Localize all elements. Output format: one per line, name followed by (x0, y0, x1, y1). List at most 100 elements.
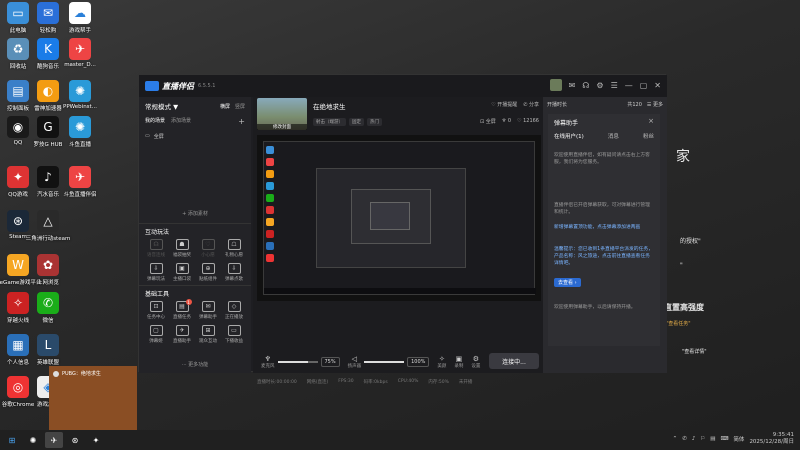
desktop-icon[interactable]: ✈ master_D... (64, 38, 96, 68)
speaker-slider[interactable] (364, 361, 405, 363)
stream-tag[interactable]: 固定 (349, 118, 364, 126)
taskbar-app-start[interactable]: ⊞ (3, 432, 21, 448)
taskbar-app-game[interactable]: ✦ (87, 432, 105, 448)
desktop-icon[interactable]: ☁ 游戏帮手 (64, 2, 96, 34)
tab-vertical[interactable]: 竖屏 (235, 103, 245, 110)
more-features-button[interactable]: ··· 更多功能 (145, 361, 245, 368)
tool-button[interactable]: ▢ 弹幕姬 (143, 325, 169, 344)
remind-button[interactable]: ♡ 开播提醒 (491, 101, 517, 108)
tool-button[interactable]: ✉ 弹幕助手 (195, 301, 221, 320)
tab-horizontal[interactable]: 横屏 (220, 103, 230, 110)
desktop-icon[interactable]: ✺ 斗鱼直播 (64, 116, 96, 148)
mic-volume[interactable]: 75% (320, 357, 340, 367)
headset-icon[interactable]: ☊ (582, 81, 589, 90)
tool-button[interactable]: ✈ 直播助手 (169, 325, 195, 344)
stream-tag[interactable]: 射击（端游） (313, 118, 346, 126)
stream-tag[interactable]: 热门 (367, 118, 382, 126)
tool-button[interactable]: ☖ 礼物心愿 (221, 239, 247, 258)
taskbar-app-douyu[interactable]: ✺ (24, 432, 42, 448)
tray-icon[interactable]: ⚐ (700, 436, 705, 442)
tool-button[interactable]: ⇩ 弹幕点歌 (221, 263, 247, 282)
menu-icon[interactable]: ☰ (611, 81, 618, 90)
plus-icon[interactable]: + (238, 117, 245, 126)
tray-icon[interactable]: ▤ (710, 436, 715, 442)
taskbar-app-live-companion[interactable]: ✈ (45, 432, 63, 448)
tray-icon[interactable]: ♪ (692, 436, 696, 442)
avatar[interactable] (549, 79, 562, 91)
mode-dropdown[interactable]: 常规模式 ▼ (145, 101, 178, 111)
desktop-icon[interactable]: ♻ 回收站 (2, 38, 34, 70)
desktop-icon[interactable]: ✈ 斗鱼直播伴侣 (64, 166, 97, 198)
audio-controls: ♆ 麦克风 75% ◁ 扬声器 100% ✧ 美颜 ▣ 录制 ⚙ 设置 连接中.… (257, 353, 541, 371)
tool-button[interactable]: ⊡ 任务中心 (143, 301, 169, 320)
desktop-icon[interactable]: ✉ 轻松购 (32, 2, 64, 34)
settings-button[interactable]: ⚙ 设置 (471, 355, 480, 369)
mic-slider[interactable] (277, 361, 318, 363)
mic-control[interactable]: ♆ 麦克风 (261, 355, 275, 369)
desktop-icon[interactable]: ▦ 个人信息 (2, 334, 34, 366)
app-icon: ◉ (7, 116, 29, 138)
speaker-volume[interactable]: 100% (407, 357, 430, 367)
view-task-button[interactable]: 去查看 › (554, 278, 581, 287)
desktop-icon[interactable]: ✿ 上网浏览 (32, 254, 64, 286)
tab-messages[interactable]: 消息 (608, 132, 619, 140)
stream-preview[interactable] (257, 135, 541, 301)
tool-button[interactable]: ☗ 福袋抽奖 (169, 239, 195, 258)
stream-cover[interactable]: 修改封面 (257, 98, 307, 130)
stream-title[interactable]: 在绝地求生 (313, 101, 346, 111)
desktop-icon[interactable]: ◉ QQ (2, 116, 34, 146)
tool-button[interactable]: ⇩ 弹幕玩法 (143, 263, 169, 282)
tool-button[interactable]: ⊕ 贴纸组件 (195, 263, 221, 282)
close-icon[interactable]: ✕ (654, 81, 661, 90)
desktop-icon[interactable]: ✧ 穿越火线 (2, 292, 34, 324)
add-source-button[interactable]: + 添加素材 (145, 210, 245, 217)
tool-button[interactable]: ▤ 1 直播任务 (169, 299, 195, 320)
tool-button[interactable]: ▭ 下播收益 (221, 325, 247, 344)
tab-fans[interactable]: 粉丝 (643, 132, 654, 140)
desktop-icon[interactable]: WWeGame游戏平台 (0, 254, 41, 286)
my-scenes-tab[interactable]: 我的场景 (145, 117, 165, 126)
tool-button[interactable]: ▣ 主播口袋 (169, 263, 195, 282)
clock[interactable]: 9:35:41 2025/12/28/周日 (749, 432, 794, 446)
minimize-icon[interactable]: — (625, 81, 633, 90)
desktop-icon[interactable]: ◎ 谷歌Chrome (2, 376, 34, 408)
desktop-icon[interactable]: G 罗技G HUB (32, 116, 64, 148)
desktop-icon[interactable]: ♪ 汽水音乐 (32, 166, 64, 198)
beauty-button[interactable]: ✧ 美颜 (437, 355, 446, 369)
tool-label: 弹幕姬 (149, 339, 163, 344)
tool-button[interactable]: ♡ 小心愿 (195, 239, 221, 258)
go-live-button[interactable]: 连接中... (489, 353, 539, 369)
desktop-icon[interactable]: ▭ 此电脑 (2, 2, 34, 34)
desktop-icon[interactable]: L 英雄联盟 (32, 334, 64, 366)
tray-icon[interactable]: ✆ (682, 436, 687, 442)
desktop-icon[interactable]: ◐ 雷神加速器 (32, 80, 64, 112)
desktop-icon-label: 斗鱼直播 (68, 142, 91, 148)
maximize-icon[interactable]: ▢ (640, 81, 648, 90)
source-item[interactable]: ▭ 全屏 (145, 131, 245, 141)
tray-icon[interactable]: ⌃ (673, 436, 678, 442)
desktop-icon[interactable]: K 酷狗音乐 (32, 38, 64, 70)
desktop-icon[interactable]: ✦ QQ游戏 (2, 166, 34, 198)
desktop-icon[interactable]: ▤ 控制面板 (2, 80, 34, 112)
desktop-icon[interactable]: △ 三角洲行动steam (26, 210, 70, 242)
tray-icon[interactable]: ⌨ (720, 436, 728, 442)
taskbar-app-steam[interactable]: ⊛ (66, 432, 84, 448)
notification-toast[interactable]: PUBG：绝地求生 (49, 366, 137, 430)
share-button[interactable]: ✆ 分享 (523, 101, 539, 108)
tool-button[interactable]: ⊞ 观众互动 (195, 325, 221, 344)
more-button[interactable]: ☰ 更多 (647, 101, 663, 108)
input-language[interactable]: 简体 (733, 435, 744, 443)
close-icon[interactable]: × (648, 117, 654, 125)
tool-button[interactable]: ◇ 正在播放 (221, 301, 247, 320)
tab-online-users[interactable]: 在线用户(1) (554, 132, 584, 140)
speaker-control[interactable]: ◁ 扬声器 (348, 355, 362, 369)
add-scene-link[interactable]: 添加场景 (171, 117, 191, 126)
tool-button[interactable]: ☊ 语音连线 (143, 239, 169, 258)
desktop-icon[interactable]: ✺ PPWebinst... (63, 80, 97, 110)
settings-icon[interactable]: ⚙ (596, 81, 603, 90)
fullscreen-button[interactable]: ⊡ 全屏 (480, 118, 496, 125)
chat-icon[interactable]: ✉ (569, 81, 576, 90)
record-button[interactable]: ▣ 录制 (454, 355, 463, 369)
desktop-icon[interactable]: ✆ 微信 (32, 292, 64, 324)
title-bar: 直播伴侣 6.5.5.1 ✉ ☊ ⚙ ☰ — ▢ ✕ (139, 75, 667, 97)
